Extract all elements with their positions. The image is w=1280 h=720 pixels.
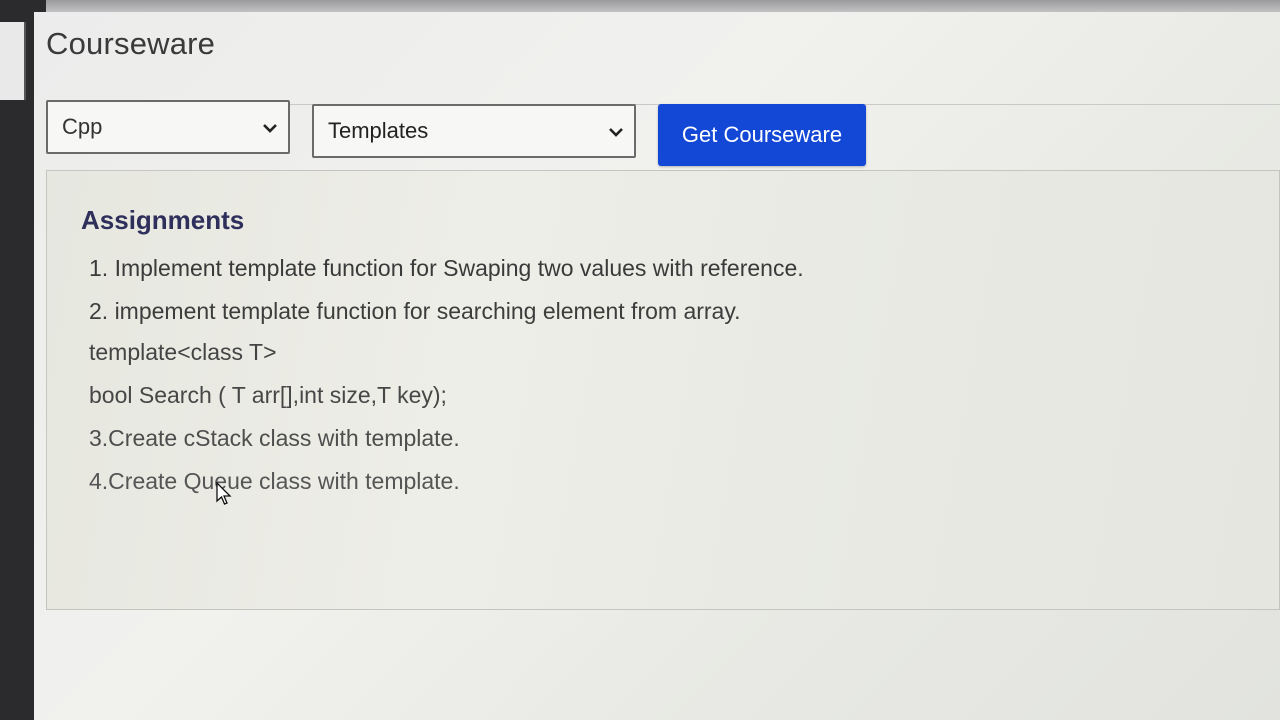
language-select[interactable]: Cpp: [46, 100, 290, 154]
side-panel-edge: [0, 22, 26, 100]
topic-select[interactable]: Templates: [312, 104, 636, 158]
get-courseware-button[interactable]: Get Courseware: [658, 104, 866, 166]
assignment-line: 3.Create cStack class with template.: [89, 425, 460, 451]
code-line: template<class T>: [89, 339, 277, 365]
chevron-down-icon: [608, 118, 624, 144]
page-title: Courseware: [46, 26, 216, 61]
code-line: bool Search ( T arr[],int size,T key);: [89, 382, 447, 408]
courseware-page: Courseware Cpp Templates Get Courseware …: [34, 12, 1280, 720]
chevron-down-icon: [262, 114, 278, 140]
assignment-line: 2. impement template function for search…: [89, 298, 741, 324]
assignments-heading: Assignments: [81, 205, 245, 235]
language-select-value: Cpp: [62, 114, 103, 139]
assignments-panel: Assignments 1. Implement template functi…: [46, 170, 1280, 610]
mouse-cursor-icon: [216, 481, 232, 511]
assignment-line: 1. Implement template function for Swapi…: [89, 255, 804, 281]
topic-select-value: Templates: [328, 118, 429, 143]
assignment-line: 4.Create Queue class with template.: [89, 468, 460, 494]
